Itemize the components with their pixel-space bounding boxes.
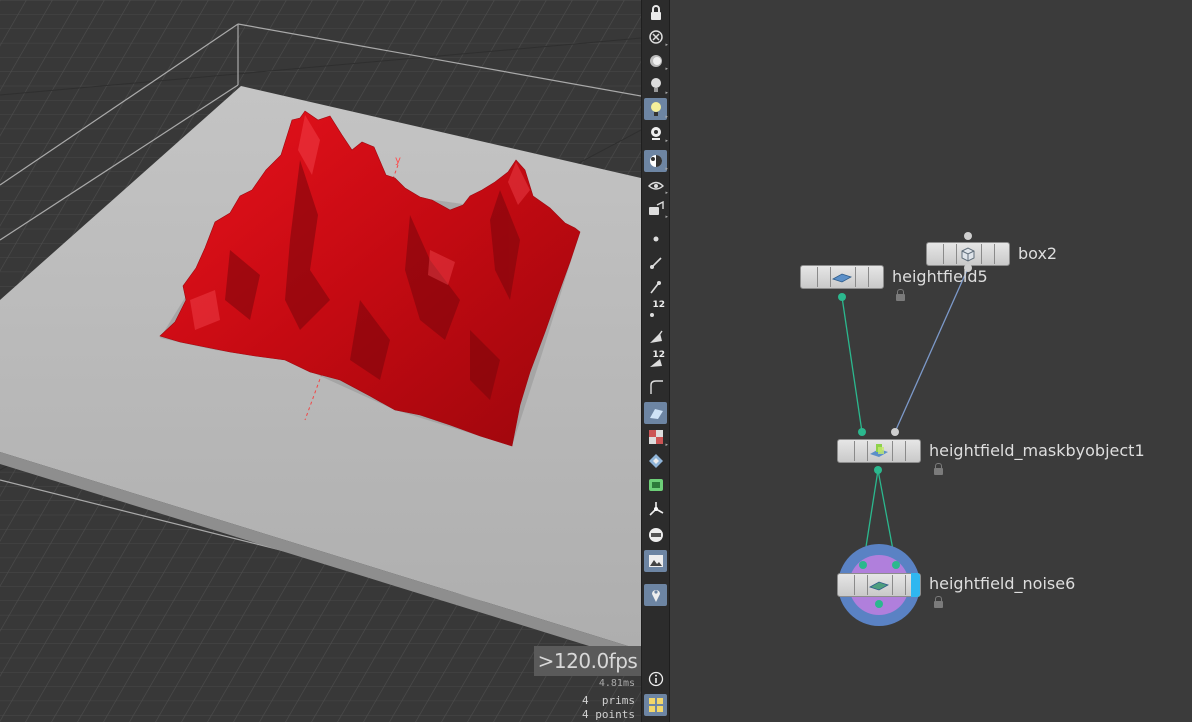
node-heightfield-maskbyobject1[interactable]: [837, 439, 921, 463]
normals-icon[interactable]: [644, 326, 667, 348]
primitive-numbers-label: 12: [652, 350, 665, 360]
uv-icon[interactable]: [644, 450, 667, 472]
vertex-icon[interactable]: [644, 276, 667, 298]
display-flag[interactable]: [911, 573, 920, 597]
node-box2-label: box2: [1018, 244, 1058, 263]
ghost-icon[interactable]: ▸: [644, 26, 668, 48]
wires-layer: [838, 267, 969, 626]
node-maskbyobject-label: heightfield_maskbyobject1: [929, 441, 1145, 460]
maskbyobject-lock-icon[interactable]: [934, 463, 943, 475]
edge-split-icon[interactable]: [644, 498, 667, 520]
uv-grid-icon[interactable]: [644, 474, 667, 496]
points-count: 4 points: [582, 708, 635, 721]
mask-input-port-2[interactable]: [891, 428, 899, 436]
mask-input-port-1[interactable]: [858, 428, 866, 436]
frame-time-readout: 4.81ms: [598, 678, 635, 689]
scene-viewport[interactable]: y >120.0fps 4.81ms 4 prims 4 points: [0, 0, 641, 722]
wire-heightfield5-to-mask: [841, 296, 863, 433]
light-toggle-icon[interactable]: ▸: [644, 122, 668, 144]
camera-icon[interactable]: ▸: [644, 174, 668, 196]
viewport-scene[interactable]: y: [0, 0, 641, 722]
noise-input-port-1[interactable]: [859, 561, 867, 569]
camera-lock-icon[interactable]: ▸: [644, 198, 668, 220]
shelf-icon[interactable]: [644, 524, 667, 546]
mask-output-port[interactable]: [874, 466, 882, 474]
heightfield5-lock-icon[interactable]: [896, 289, 905, 301]
wire-box2-to-mask: [894, 267, 969, 433]
node-box2[interactable]: [926, 242, 1010, 266]
bulb-icon[interactable]: ▸: [644, 74, 668, 96]
sphere-shade-icon[interactable]: ▸: [644, 50, 668, 72]
prims-count: 4 prims: [582, 694, 635, 707]
info-icon[interactable]: [644, 668, 667, 690]
fps-readout: >120.0fps: [534, 646, 641, 676]
heightfield-noise-icon: [869, 581, 889, 591]
node-noise-label: heightfield_noise6: [929, 574, 1076, 593]
mask-by-object-icon: [870, 444, 888, 457]
surface-icon[interactable]: [644, 402, 667, 424]
point-numbers-label: 12: [652, 300, 665, 310]
layout-icon[interactable]: [644, 694, 667, 716]
lock-icon[interactable]: [644, 2, 667, 24]
box-icon: [961, 247, 975, 262]
node-heightfield5[interactable]: [800, 265, 884, 289]
checker-icon[interactable]: ▸: [644, 426, 668, 448]
background-image-icon[interactable]: [644, 550, 667, 572]
edge-icon[interactable]: [644, 252, 667, 274]
shading-mode-icon[interactable]: ▸: [644, 150, 668, 172]
node-heightfield5-label: heightfield5: [892, 267, 988, 286]
pin-icon[interactable]: [644, 584, 667, 606]
noise-output-port[interactable]: [875, 600, 883, 608]
noise-lock-icon[interactable]: [934, 596, 943, 608]
noise-input-port-2[interactable]: [892, 561, 900, 569]
heightfield5-output-port[interactable]: [838, 293, 846, 301]
viewport-display-toolbar: ▸ ▸ ▸ ▸ ▸ ▸ ▸ ▸ 12 12 ▸: [641, 0, 671, 722]
curve-icon[interactable]: [644, 376, 667, 398]
axis-y-label: y: [395, 155, 401, 166]
headlight-icon[interactable]: ▸: [644, 98, 668, 120]
network-editor[interactable]: box2 heightfield5 heightfield_maskbyobje…: [670, 0, 1192, 722]
point-icon[interactable]: [644, 228, 667, 250]
point-numbers-icon[interactable]: 12: [644, 300, 667, 322]
heightfield-icon: [832, 273, 852, 283]
primitive-numbers-icon[interactable]: 12: [644, 350, 667, 372]
node-heightfield-noise6[interactable]: [837, 573, 921, 597]
box2-input-port[interactable]: [964, 232, 972, 240]
